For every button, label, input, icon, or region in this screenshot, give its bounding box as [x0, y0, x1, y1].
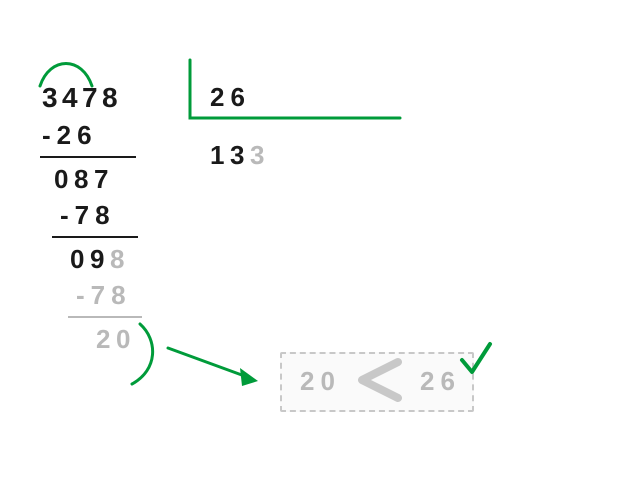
quotient-digit-3: 3: [250, 140, 270, 171]
step1-partial-b: 8: [74, 164, 94, 195]
step1-subtract: -26: [42, 120, 98, 151]
divisor: 26: [210, 82, 251, 113]
step2-subtract: -78: [60, 200, 116, 231]
step2-partial-c: 8: [110, 244, 130, 275]
dividend-digit-2: 4: [62, 82, 84, 114]
dividend-digit-4: 8: [102, 82, 124, 114]
dividend-digit-3: 7: [82, 82, 104, 114]
step3-subtract: -78: [76, 280, 132, 311]
comparison-left: 20: [300, 366, 341, 397]
step2-rule: [52, 236, 138, 238]
remainder-a: 2: [96, 324, 116, 355]
quotient-digit-2: 3: [230, 140, 250, 171]
step1-partial-a: 0: [54, 164, 74, 195]
remainder-b: 0: [116, 324, 136, 355]
dividend-digit-1: 3: [42, 82, 64, 114]
comparison-right: 26: [420, 366, 461, 397]
quotient-digit-1: 1: [210, 140, 230, 171]
step2-partial-a: 0: [70, 244, 90, 275]
step1-rule: [40, 156, 136, 158]
step3-rule: [68, 316, 142, 318]
step1-partial-c: 7: [94, 164, 114, 195]
step2-partial-b: 9: [90, 244, 110, 275]
